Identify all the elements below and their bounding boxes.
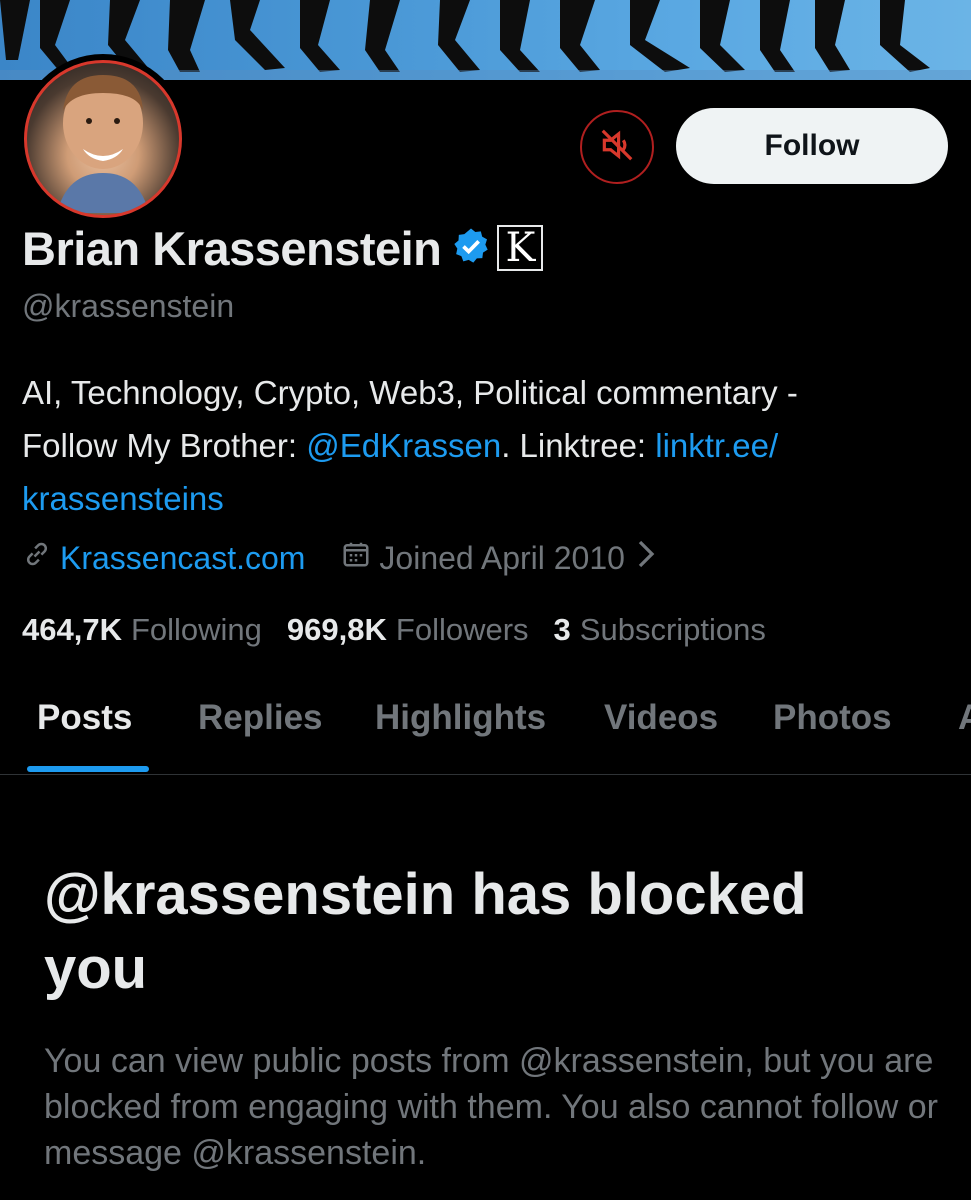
- avatar-photo: [24, 60, 182, 218]
- joined-date: Joined April 2010: [379, 539, 625, 576]
- profile-name-row: Brian Krassenstein K: [22, 218, 544, 278]
- profile-meta: Krassencast.com Joined April 2010: [22, 536, 657, 580]
- following-stat[interactable]: 464,7K Following: [22, 612, 262, 648]
- subscriptions-stat[interactable]: 3 Subscriptions: [554, 612, 766, 648]
- tab-replies[interactable]: Replies: [198, 698, 323, 738]
- tab-highlights[interactable]: Highlights: [375, 698, 546, 738]
- profile-bio: AI, Technology, Crypto, Web3, Political …: [22, 366, 952, 525]
- bio-text: Follow My Brother:: [22, 427, 307, 464]
- blocked-description: You can view public posts from @krassens…: [44, 1042, 938, 1172]
- active-tab-indicator: [27, 766, 149, 772]
- bio-line-3: krassensteins: [22, 472, 952, 525]
- blocked-title: @krassenstein has blocked you: [44, 858, 944, 1006]
- chevron-right-icon[interactable]: [635, 539, 657, 577]
- subscriptions-count: 3: [553, 612, 571, 647]
- tab-articles[interactable]: A: [958, 698, 971, 738]
- follow-button[interactable]: Follow: [676, 108, 948, 184]
- muted-speaker-icon: [598, 126, 636, 169]
- bio-text: . Linktree:: [501, 427, 656, 464]
- profile-avatar[interactable]: [18, 54, 188, 224]
- tab-posts[interactable]: Posts: [37, 698, 132, 738]
- subscriptions-label: Subscriptions: [579, 612, 766, 647]
- following-count: 464,7K: [22, 612, 122, 647]
- tab-photos[interactable]: Photos: [773, 698, 892, 738]
- bio-line-1: AI, Technology, Crypto, Web3, Political …: [22, 374, 798, 411]
- blocked-title-line: you: [44, 936, 148, 1001]
- followers-stat[interactable]: 969,8K Followers: [287, 612, 529, 648]
- following-label: Following: [130, 612, 262, 647]
- bio-linktree-link-cont[interactable]: krassensteins: [22, 480, 224, 517]
- link-icon: [22, 539, 52, 577]
- bio-mention-link[interactable]: @EdKrassen: [306, 427, 501, 464]
- followers-count: 969,8K: [286, 612, 387, 647]
- verified-badge-icon[interactable]: [441, 226, 491, 271]
- profile-name: Brian Krassenstein: [22, 221, 442, 275]
- followers-label: Followers: [395, 612, 529, 647]
- profile-stats: 464,7K Following 969,8K Followers 3 Subs…: [22, 608, 791, 652]
- calendar-icon: [341, 539, 371, 577]
- unmute-button[interactable]: [580, 110, 654, 184]
- blocked-title-line: @krassenstein has blocked: [44, 862, 807, 927]
- bio-line-2: Follow My Brother: @EdKrassen. Linktree:…: [22, 419, 952, 472]
- bio-linktree-link[interactable]: linktr.ee/: [655, 427, 778, 464]
- profile-handle: @krassenstein: [22, 288, 235, 324]
- affiliation-badge[interactable]: K: [497, 225, 544, 271]
- website-link[interactable]: Krassencast.com: [60, 540, 305, 577]
- profile-tabs: Posts Replies Highlights Videos Photos A: [0, 690, 971, 775]
- tab-videos[interactable]: Videos: [604, 698, 718, 738]
